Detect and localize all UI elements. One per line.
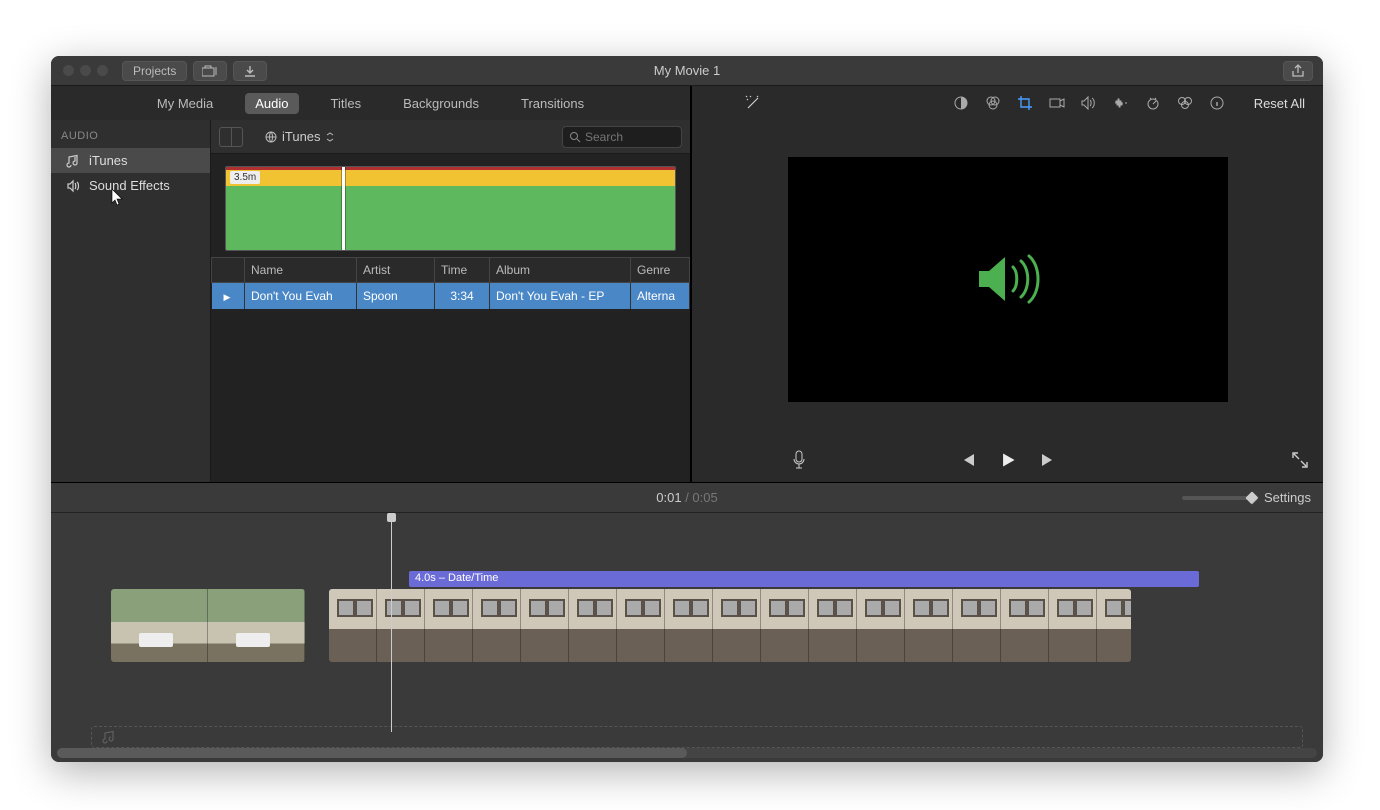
time-total: 0:05 xyxy=(692,490,717,505)
track-row[interactable]: Don't You Evah Spoon 3:34 Don't You Evah… xyxy=(212,283,690,310)
prev-frame-button[interactable] xyxy=(959,451,977,469)
time-current: 0:01 xyxy=(656,490,681,505)
search-icon xyxy=(569,131,581,143)
timeline-body[interactable]: 4.0s – Date/Time xyxy=(51,513,1323,762)
media-browser: My Media Audio Titles Backgrounds Transi… xyxy=(51,86,692,482)
timeline-scrollbar[interactable] xyxy=(57,748,1317,758)
color-balance-icon[interactable] xyxy=(952,94,970,112)
tab-titles[interactable]: Titles xyxy=(321,93,372,114)
speed-icon[interactable] xyxy=(1144,94,1162,112)
globe-icon xyxy=(265,131,277,143)
search-input[interactable] xyxy=(585,130,665,144)
video-clip-1[interactable] xyxy=(111,589,305,662)
enhance-wand-icon[interactable] xyxy=(744,94,762,112)
viewer: Reset All xyxy=(692,86,1323,482)
music-note-icon xyxy=(65,154,81,168)
crop-icon[interactable] xyxy=(1016,94,1034,112)
timeline-settings-button[interactable]: Settings xyxy=(1264,490,1311,505)
fullscreen-button[interactable] xyxy=(1291,451,1309,469)
timeline: 0:01 / 0:05 Settings 4.0s – Date/Time xyxy=(51,483,1323,762)
video-clip-2[interactable] xyxy=(329,589,1131,662)
sidebar-item-itunes[interactable]: iTunes xyxy=(51,148,210,173)
audio-placeholder-icon xyxy=(973,251,1043,307)
tab-my-media[interactable]: My Media xyxy=(147,93,223,114)
download-button[interactable] xyxy=(233,61,267,81)
video-track xyxy=(51,589,1323,681)
sidebar-item-sound-effects[interactable]: Sound Effects xyxy=(51,173,210,198)
track-name: Don't You Evah xyxy=(245,283,357,310)
updown-icon xyxy=(326,132,334,142)
title-clip[interactable]: 4.0s – Date/Time xyxy=(409,571,1199,587)
tab-audio[interactable]: Audio xyxy=(245,93,298,114)
search-field[interactable] xyxy=(562,126,682,148)
audio-waveform[interactable]: 3.5m xyxy=(225,166,676,251)
background-audio-well[interactable] xyxy=(91,726,1303,748)
source-dropdown[interactable]: iTunes xyxy=(265,129,334,144)
tab-backgrounds[interactable]: Backgrounds xyxy=(393,93,489,114)
share-button[interactable] xyxy=(1283,61,1313,81)
traffic-lights[interactable] xyxy=(51,65,108,76)
viewer-toolbar: Reset All xyxy=(692,86,1323,120)
app-window: Projects My Movie 1 My Media Audio Title… xyxy=(51,56,1323,762)
timeline-header: 0:01 / 0:05 Settings xyxy=(51,483,1323,513)
timeline-playhead[interactable] xyxy=(391,513,392,732)
audio-sidebar: AUDIO iTunes Sound Effects xyxy=(51,120,211,482)
waveform-duration-badge: 3.5m xyxy=(230,171,260,184)
browser-tabs: My Media Audio Titles Backgrounds Transi… xyxy=(51,86,690,120)
track-artist: Spoon xyxy=(357,283,435,310)
timecode: 0:01 / 0:05 xyxy=(656,490,717,505)
viewer-controls xyxy=(692,438,1323,482)
music-note-icon xyxy=(102,730,116,744)
col-name[interactable]: Name xyxy=(245,258,357,283)
col-album[interactable]: Album xyxy=(490,258,631,283)
viewer-canvas xyxy=(788,157,1228,402)
tab-transitions[interactable]: Transitions xyxy=(511,93,594,114)
col-genre[interactable]: Genre xyxy=(631,258,690,283)
next-frame-button[interactable] xyxy=(1039,451,1057,469)
zoom-slider[interactable] xyxy=(1182,496,1254,500)
track-time: 3:34 xyxy=(435,283,490,310)
source-label: iTunes xyxy=(282,129,321,144)
sidebar-item-label: Sound Effects xyxy=(89,178,170,193)
stabilization-icon[interactable] xyxy=(1048,94,1066,112)
sidebar-header: AUDIO xyxy=(51,120,210,148)
voiceover-mic-icon[interactable] xyxy=(790,451,808,469)
titlebar: Projects My Movie 1 xyxy=(51,56,1323,86)
color-correction-icon[interactable] xyxy=(984,94,1002,112)
col-time[interactable]: Time xyxy=(435,258,490,283)
display-toggle[interactable] xyxy=(219,127,243,147)
window-title: My Movie 1 xyxy=(654,63,720,78)
track-album: Don't You Evah - EP xyxy=(490,283,631,310)
browser-toolbar: iTunes xyxy=(211,120,690,154)
waveform-playhead[interactable] xyxy=(342,167,345,250)
noise-reduction-icon[interactable] xyxy=(1112,94,1130,112)
clip-filter-icon[interactable] xyxy=(1176,94,1194,112)
sidebar-item-label: iTunes xyxy=(89,153,128,168)
reset-all-button[interactable]: Reset All xyxy=(1254,96,1311,111)
projects-button[interactable]: Projects xyxy=(122,61,187,81)
track-genre: Alterna xyxy=(631,283,690,310)
info-icon[interactable] xyxy=(1208,94,1226,112)
speaker-icon xyxy=(65,179,81,193)
play-button[interactable] xyxy=(999,451,1017,469)
volume-icon[interactable] xyxy=(1080,94,1098,112)
col-artist[interactable]: Artist xyxy=(357,258,435,283)
import-media-button[interactable] xyxy=(193,61,227,81)
track-table: Name Artist Time Album Genre Don't You E… xyxy=(211,257,690,482)
